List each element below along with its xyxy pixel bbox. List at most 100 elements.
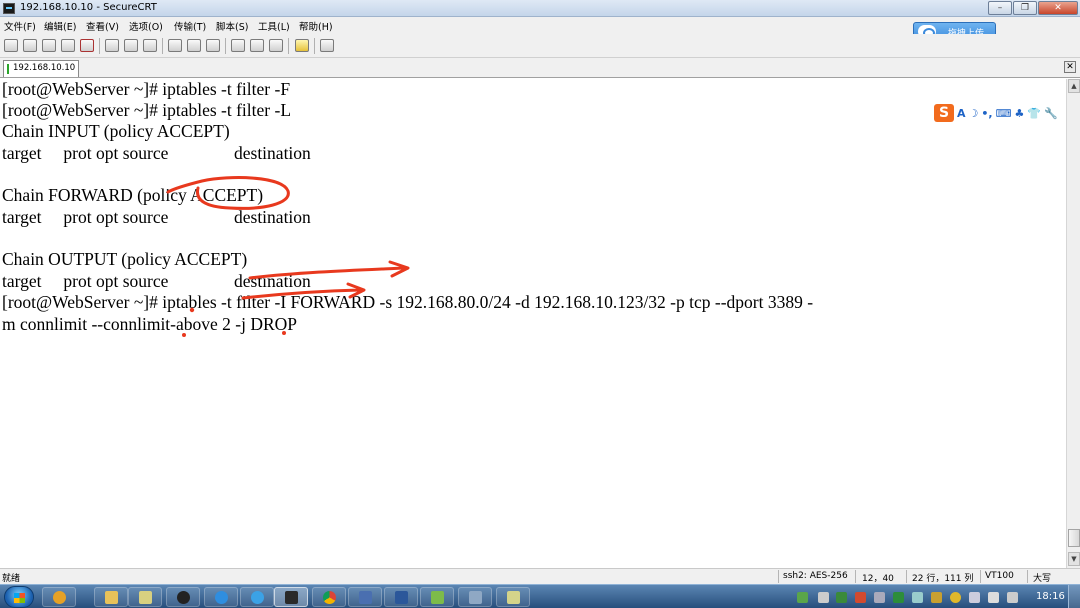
taskbar-app-network-icon[interactable] (458, 587, 492, 607)
global-options-icon[interactable] (250, 39, 264, 52)
terminal-output[interactable]: [root@WebServer ~]# iptables -t filter -… (0, 79, 1066, 568)
minimize-button[interactable]: – (988, 1, 1012, 15)
status-divider (980, 570, 981, 583)
terminal-line: [root@WebServer ~]# iptables -t filter -… (2, 100, 292, 120)
terminal-line: target prot opt source destination (2, 207, 311, 227)
tray-sound-icon[interactable] (874, 592, 885, 603)
find-icon[interactable] (143, 39, 157, 52)
ime-moon-icon[interactable]: ☽ (969, 107, 979, 120)
menu-script[interactable]: 脚本(S) (216, 19, 248, 33)
tab-close-button[interactable]: ✕ (1064, 61, 1076, 73)
status-ready: 就绪 (2, 574, 21, 584)
menu-transfer[interactable]: 传输(T) (174, 19, 206, 33)
key-icon[interactable] (269, 39, 283, 52)
menu-tools[interactable]: 工具(L) (258, 19, 290, 33)
terminal-line: target prot opt source destination (2, 271, 311, 291)
maximize-button[interactable]: ❐ (1013, 1, 1037, 15)
status-cursor-position: 12，40 (862, 574, 894, 584)
tray-update-icon[interactable] (855, 592, 866, 603)
connect-icon[interactable] (4, 39, 18, 52)
toolbar-separator (288, 38, 289, 54)
print-icon[interactable] (168, 39, 182, 52)
keymap-icon[interactable] (320, 39, 334, 52)
session-tab[interactable]: 192.168.10.10 (3, 60, 79, 77)
tray-input-icon[interactable] (931, 592, 942, 603)
status-cipher: ssh2: AES-256 (783, 571, 848, 581)
terminal-scrollbar[interactable]: ▲ ▼ (1066, 79, 1080, 568)
reconnect-icon[interactable] (61, 39, 75, 52)
taskbar-app-folder-icon[interactable] (94, 587, 128, 607)
ime-punctuation-icon[interactable]: •, (981, 107, 992, 120)
title-bar: 192.168.10.10 - SecureCRT – ❐ ✕ (0, 0, 1080, 17)
status-caps-lock: 大写 (1033, 574, 1052, 584)
taskbar-app-green-icon[interactable] (420, 587, 454, 607)
toolbar-separator (162, 38, 163, 54)
tray-network-icon[interactable] (988, 592, 999, 603)
terminal-line: [root@WebServer ~]# iptables -t filter -… (2, 292, 814, 312)
taskbar-app-flower-icon[interactable] (42, 587, 76, 607)
tray-battery-icon[interactable] (893, 592, 904, 603)
show-desktop-button[interactable] (1068, 585, 1080, 608)
menu-edit[interactable]: 编辑(E) (44, 19, 76, 33)
help-icon[interactable] (295, 39, 309, 52)
taskbar-app-word-icon[interactable] (384, 587, 418, 607)
session-tab-bar: 192.168.10.10 ✕ (0, 58, 1080, 78)
taskbar-clock[interactable]: 18:16 (1036, 591, 1065, 602)
connected-status-icon (7, 64, 9, 74)
toolbar-separator (99, 38, 100, 54)
taskbar-app-notes-icon[interactable] (496, 587, 530, 607)
taskbar-app-ie-icon[interactable] (204, 587, 238, 607)
taskbar-app-app-icon[interactable] (348, 587, 382, 607)
status-bar: 就绪 ssh2: AES-256 12，40 22 行，111 列 VT100 … (0, 568, 1080, 584)
menu-options[interactable]: 选项(O) (129, 19, 163, 33)
toolbar (0, 34, 1080, 58)
taskbar-app-securecrt-icon[interactable] (274, 587, 308, 607)
ime-keyboard-icon[interactable]: ⌨ (996, 107, 1012, 120)
close-button[interactable]: ✕ (1038, 1, 1078, 15)
print-setup-icon[interactable] (187, 39, 201, 52)
scroll-down-icon[interactable]: ▼ (1068, 552, 1080, 566)
status-emulation: VT100 (985, 571, 1014, 581)
status-divider (778, 570, 779, 583)
menu-view[interactable]: 查看(V) (86, 19, 119, 33)
tray-display-icon[interactable] (969, 592, 980, 603)
toolbar-separator (314, 38, 315, 54)
disconnect-icon[interactable] (80, 39, 94, 52)
status-divider (855, 570, 856, 583)
securecrt-app-icon[interactable] (3, 3, 15, 14)
copy-icon[interactable] (105, 39, 119, 52)
scroll-up-icon[interactable]: ▲ (1068, 79, 1080, 93)
terminal-line: target prot opt source destination (2, 143, 311, 163)
ime-toolbar: S A ☽ •, ⌨ ♣ 👕 🔧 (934, 103, 1058, 123)
window-controls: – ❐ ✕ (987, 1, 1078, 16)
paste-icon[interactable] (124, 39, 138, 52)
taskbar-app-qq-icon[interactable] (166, 587, 200, 607)
sogou-ime-logo[interactable]: S (934, 104, 954, 122)
menu-file[interactable]: 文件(F) (4, 19, 36, 33)
scroll-thumb[interactable] (1068, 529, 1080, 547)
tray-plus-icon[interactable] (950, 592, 961, 603)
terminal-line: Chain FORWARD (policy ACCEPT) (2, 185, 264, 205)
session-tab-label: 192.168.10.10 (13, 63, 76, 73)
tray-app-icon[interactable] (797, 592, 808, 603)
tray-arrow-icon[interactable] (818, 592, 829, 603)
tray-volume-icon[interactable] (1007, 592, 1018, 603)
ime-skin-icon[interactable]: 👕 (1027, 107, 1041, 120)
quick-connect-icon[interactable] (23, 39, 37, 52)
taskbar-app-explorer-icon[interactable] (128, 587, 162, 607)
status-terminal-size: 22 行，111 列 (912, 574, 974, 584)
taskbar-app-chrome-icon[interactable] (312, 587, 346, 607)
ime-language-icon[interactable]: A (957, 107, 966, 120)
connect-tab-icon[interactable] (42, 39, 56, 52)
session-options-icon[interactable] (231, 39, 245, 52)
ime-user-icon[interactable]: ♣ (1015, 107, 1025, 120)
tray-monitor-icon[interactable] (912, 592, 923, 603)
terminal-line: [root@WebServer ~]# iptables -t filter -… (2, 79, 291, 99)
window-title: 192.168.10.10 - SecureCRT (20, 2, 157, 13)
start-button[interactable] (4, 586, 34, 608)
tray-security-icon[interactable] (836, 592, 847, 603)
log-icon[interactable] (206, 39, 220, 52)
taskbar-app-browser-icon[interactable] (240, 587, 274, 607)
menu-help[interactable]: 帮助(H) (299, 19, 333, 33)
ime-wrench-icon[interactable]: 🔧 (1044, 107, 1058, 120)
